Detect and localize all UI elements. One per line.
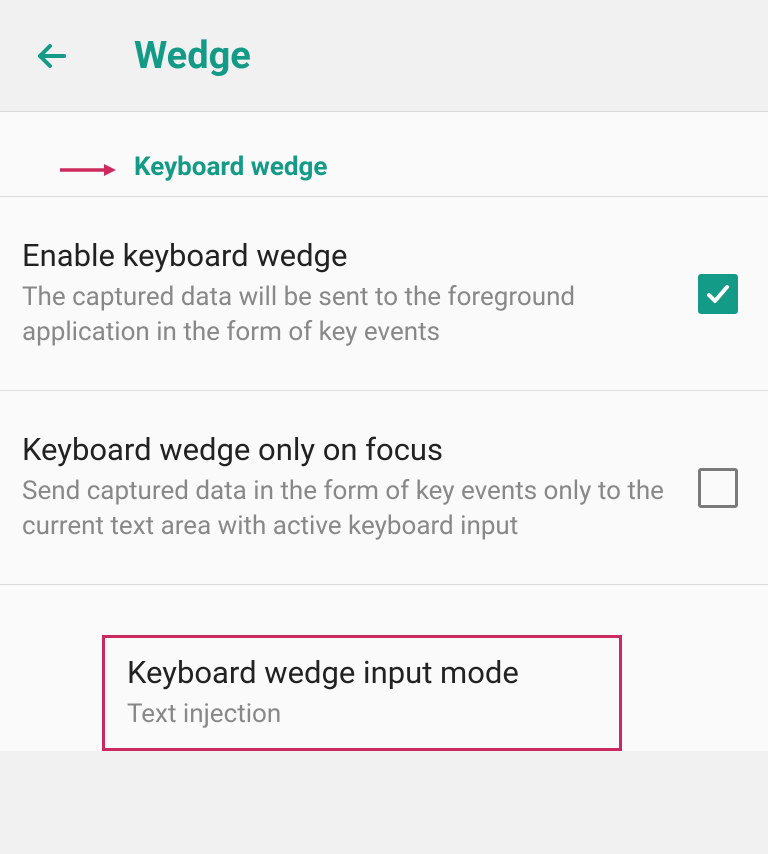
- checkmark-icon: [704, 280, 732, 308]
- checkbox-focus[interactable]: [698, 468, 738, 508]
- page-title: Wedge: [134, 34, 251, 78]
- pref-enable-keyboard-wedge[interactable]: Enable keyboard wedge The captured data …: [0, 197, 768, 391]
- section-header: Keyboard wedge: [0, 112, 768, 197]
- pref-input-mode[interactable]: Keyboard wedge input mode Text injection: [102, 635, 622, 751]
- section-header-label: Keyboard wedge: [134, 152, 768, 182]
- pref-value: Text injection: [127, 697, 597, 732]
- pref-title: Keyboard wedge only on focus: [22, 431, 678, 468]
- highlight-area: Keyboard wedge input mode Text injection: [0, 585, 768, 751]
- appbar: Wedge: [0, 0, 768, 112]
- checkbox-enable[interactable]: [698, 274, 738, 314]
- arrow-back-icon: [34, 38, 70, 74]
- pref-texts: Keyboard wedge only on focus Send captur…: [22, 431, 698, 544]
- pref-desc: Send captured data in the form of key ev…: [22, 474, 678, 544]
- back-button[interactable]: [30, 34, 74, 78]
- annotation-arrow-icon: [60, 162, 116, 178]
- pref-texts: Enable keyboard wedge The captured data …: [22, 237, 698, 350]
- pref-only-on-focus[interactable]: Keyboard wedge only on focus Send captur…: [0, 391, 768, 585]
- pref-desc: The captured data will be sent to the fo…: [22, 280, 678, 350]
- pref-title: Enable keyboard wedge: [22, 237, 678, 274]
- pref-title: Keyboard wedge input mode: [127, 654, 597, 691]
